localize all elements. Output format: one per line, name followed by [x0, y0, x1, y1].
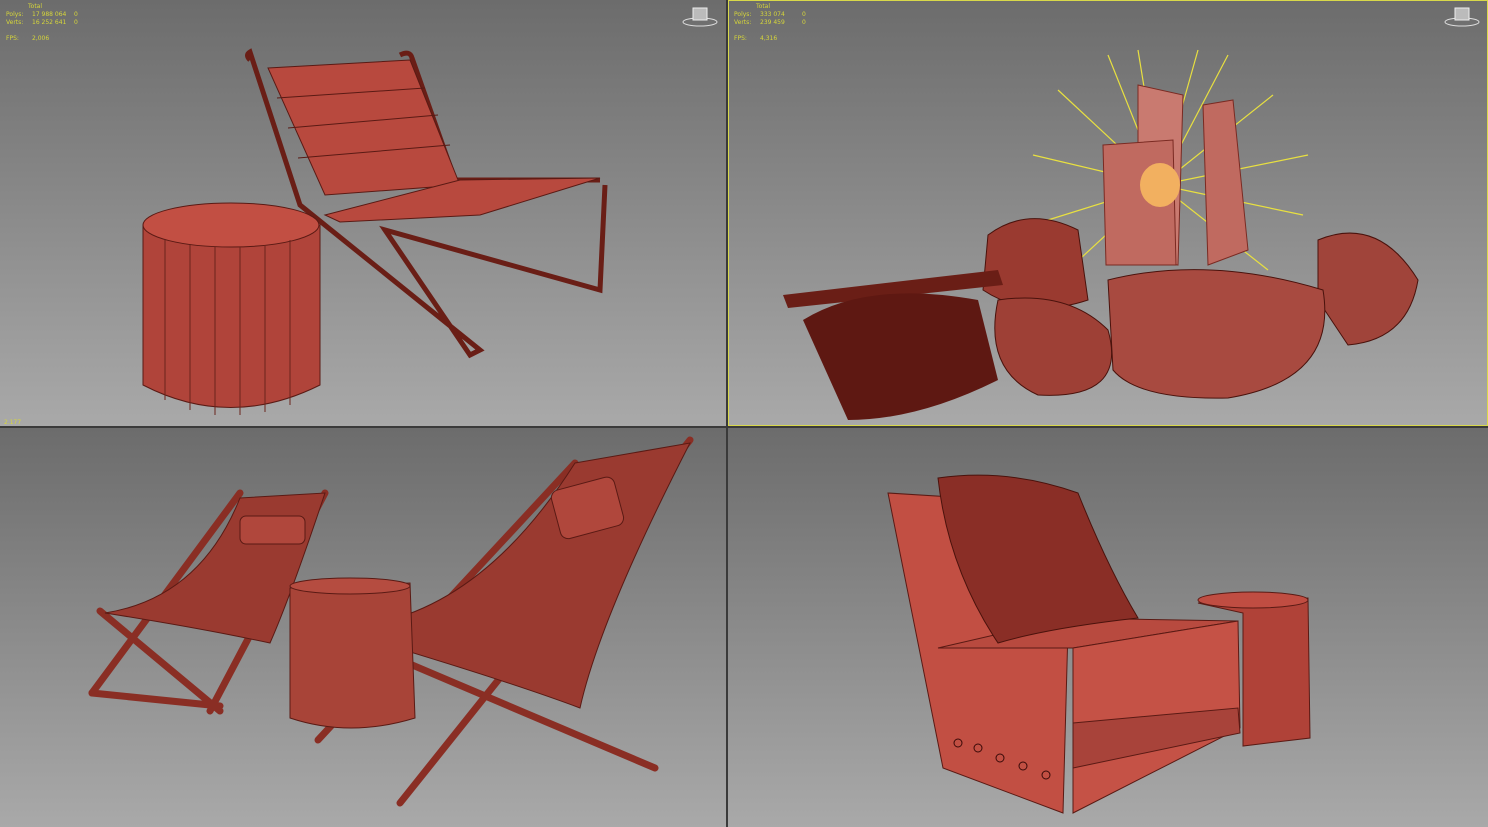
viewport-top-left[interactable]: Total Polys: 17 988 064 0 Verts: 16 252 641…: [0, 0, 726, 426]
viewport-bottom-right[interactable]: [728, 428, 1488, 827]
armchair-model: [887, 474, 1311, 814]
deck-chairs-model: [88, 436, 694, 807]
firepit-model: [783, 49, 1419, 420]
lounge-chair-model: [142, 48, 608, 415]
viewport-top-right[interactable]: Total Polys: 333 074 0 Verts: 239 459 0 FPS:…: [728, 0, 1488, 426]
axis-readout: 2.177: [4, 419, 22, 426]
viewport-bottom-left[interactable]: [0, 428, 726, 827]
